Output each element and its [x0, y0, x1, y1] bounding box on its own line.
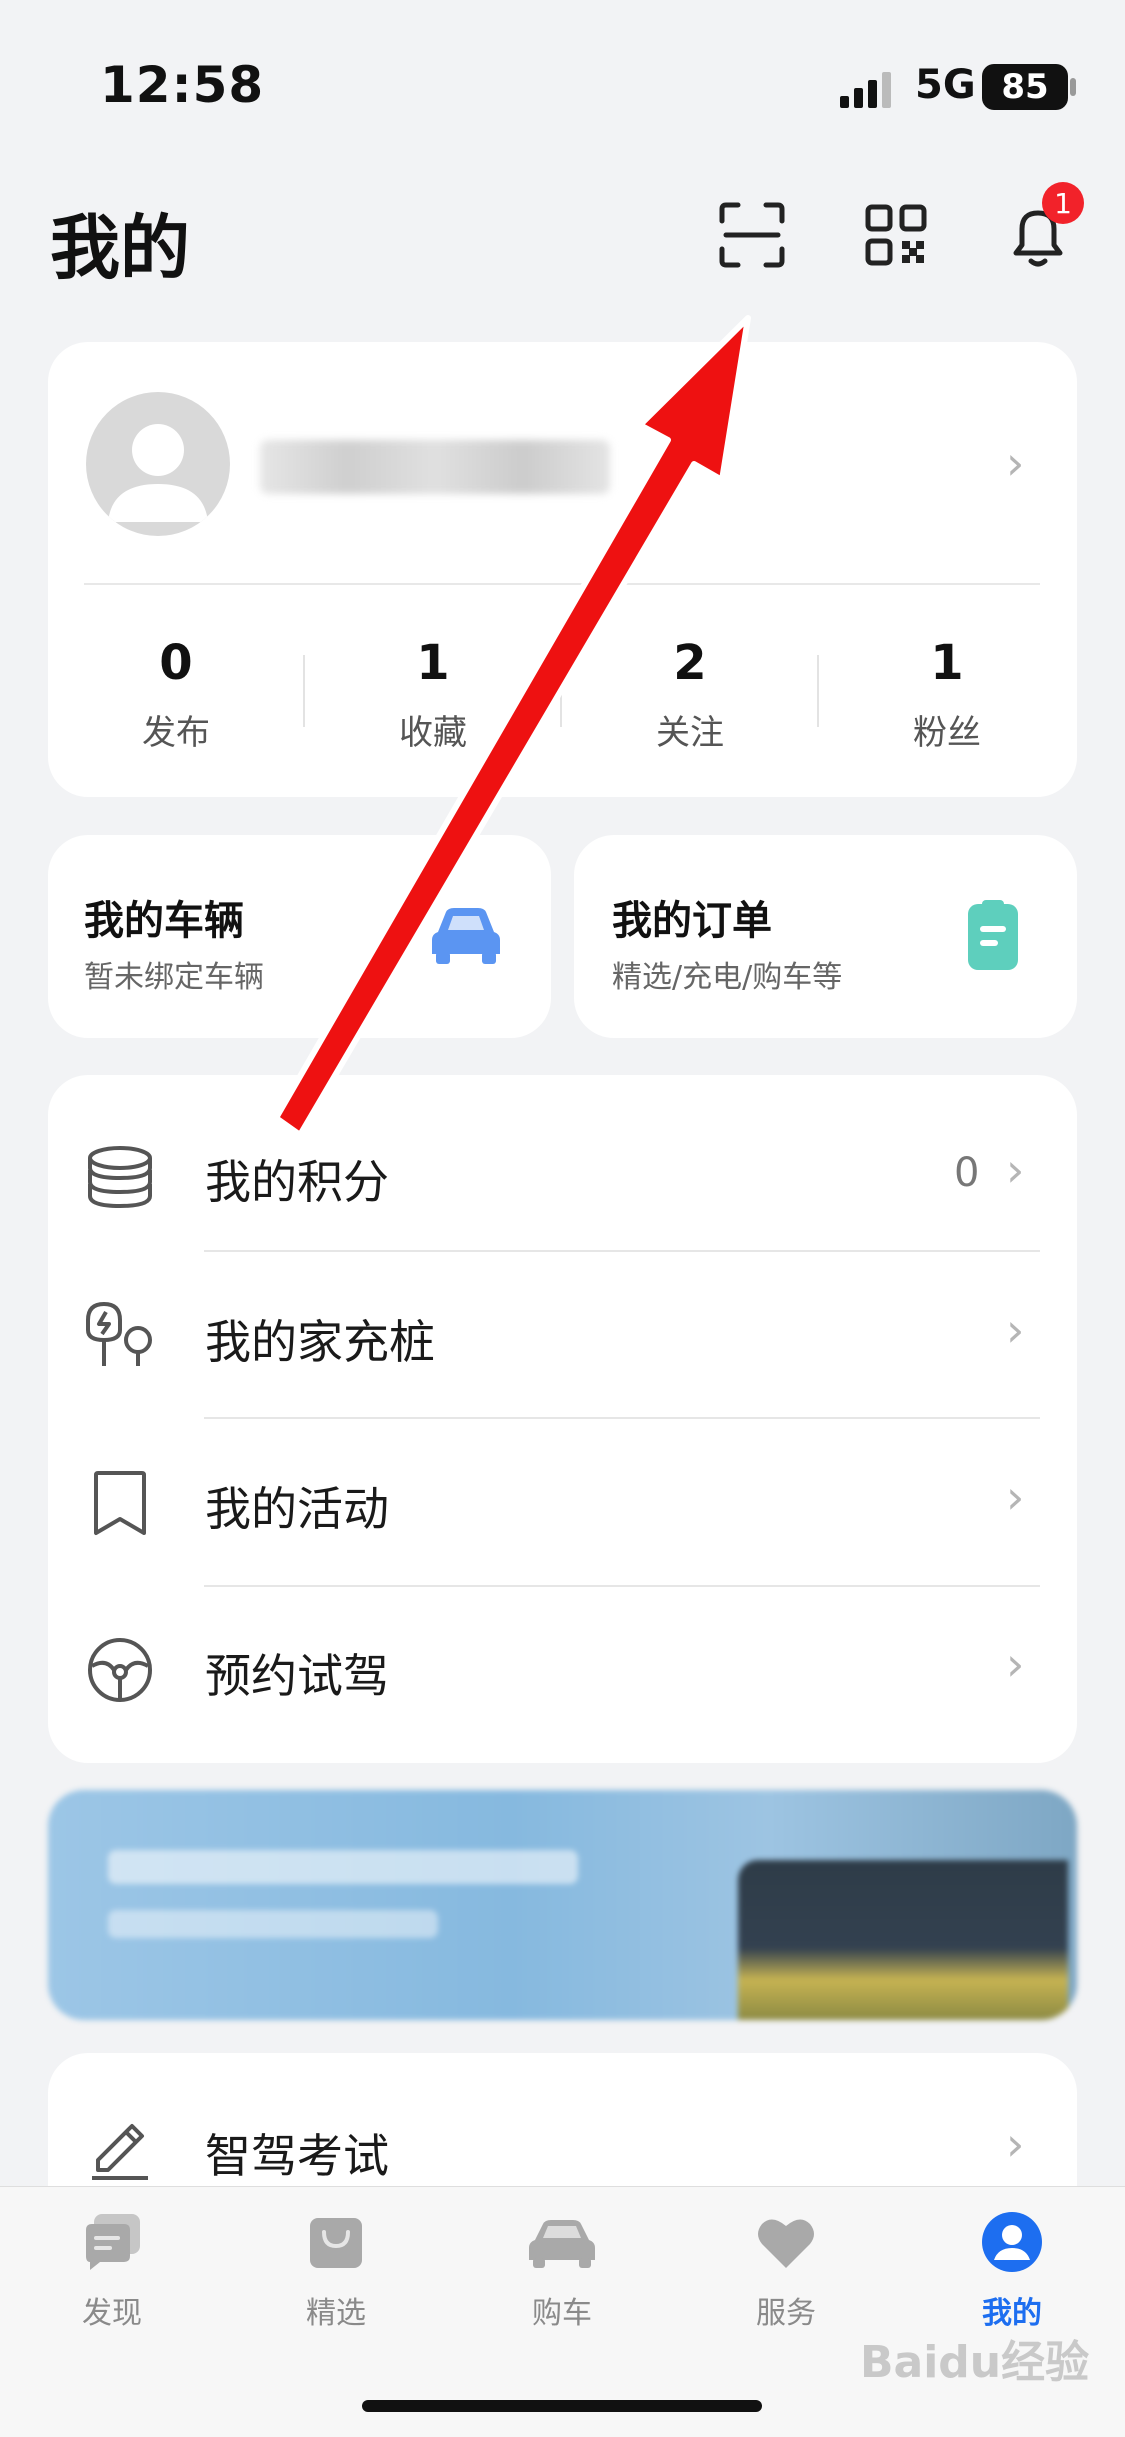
- menu-item-activities[interactable]: [48, 1453, 1077, 1553]
- menu-divider: [204, 1585, 1040, 1587]
- bag-icon: [310, 2218, 362, 2268]
- status-time: 12:58: [100, 56, 265, 114]
- menu-label: 我的家充桩: [205, 1315, 435, 1369]
- chevron-right-icon: ›: [1006, 2117, 1025, 2171]
- home-indicator: [362, 2400, 762, 2412]
- stat-label: 收藏: [399, 713, 467, 753]
- car-icon: [529, 2220, 595, 2268]
- vehicle-card-subtitle: 暂未绑定车辆: [84, 960, 264, 995]
- car-icon: [432, 908, 500, 964]
- profile-divider: [84, 583, 1040, 585]
- menu-label: 智驾考试: [205, 2129, 389, 2183]
- watermark: Baidu经验: [860, 2337, 1090, 2388]
- signal-icon: [840, 72, 891, 108]
- stat-posts[interactable]: 0 发布: [51, 635, 301, 754]
- chevron-right-icon: ›: [1006, 1470, 1025, 1524]
- stat-value: 0: [159, 635, 193, 691]
- tab-label: 服务: [756, 2296, 816, 2331]
- avatar[interactable]: [86, 392, 230, 536]
- chevron-right-icon: ›: [1006, 1303, 1025, 1357]
- orders-card-subtitle: 精选/充电/购车等: [612, 960, 843, 995]
- stat-value: 2: [673, 635, 707, 691]
- orders-card-title: 我的订单: [612, 898, 772, 944]
- tab-label: 购车: [532, 2296, 592, 2331]
- stat-label: 关注: [656, 713, 724, 753]
- stat-separator: [303, 655, 305, 727]
- promo-banner[interactable]: [48, 1790, 1077, 2020]
- vehicle-card-title: 我的车辆: [84, 898, 244, 944]
- menu-label: 我的积分: [205, 1155, 389, 1209]
- network-type: 5G: [915, 62, 976, 108]
- stat-followers[interactable]: 1 粉丝: [822, 635, 1072, 754]
- chat-icon: [86, 2214, 140, 2270]
- tab-label: 发现: [82, 2296, 142, 2331]
- steering-wheel-icon: [88, 1638, 152, 1702]
- avatar-placeholder-icon: [108, 424, 208, 522]
- notification-badge: 1: [1042, 182, 1084, 224]
- stat-favorites[interactable]: 1 收藏: [308, 635, 558, 754]
- stat-value: 1: [416, 635, 450, 691]
- battery-icon: 85: [982, 64, 1068, 110]
- stat-value: 1: [930, 635, 964, 691]
- tab-mine[interactable]: 我的: [932, 2210, 1092, 2332]
- tab-label: 精选: [306, 2296, 366, 2331]
- menu-label: 我的活动: [205, 1482, 389, 1536]
- username-blurred: [260, 440, 610, 494]
- scan-icon[interactable]: [712, 195, 792, 275]
- chevron-right-icon: ›: [1006, 1637, 1025, 1691]
- user-icon: [982, 2212, 1042, 2272]
- chevron-right-icon: ›: [1006, 1143, 1025, 1197]
- menu-divider: [204, 1250, 1040, 1252]
- coins-icon: [88, 1146, 152, 1209]
- stat-separator: [560, 655, 562, 727]
- qr-code-icon[interactable]: [856, 195, 936, 275]
- menu-item-test-drive[interactable]: [48, 1620, 1077, 1720]
- clipboard-icon: [968, 900, 1018, 970]
- menu-divider: [204, 1417, 1040, 1419]
- tab-discover[interactable]: 发现: [32, 2210, 192, 2332]
- pencil-icon: [92, 2124, 148, 2180]
- tab-featured[interactable]: 精选: [256, 2210, 416, 2332]
- stat-label: 粉丝: [913, 713, 981, 753]
- page-title: 我的: [50, 207, 190, 289]
- chevron-right-icon[interactable]: ›: [1006, 436, 1024, 490]
- menu-item-points[interactable]: [48, 1126, 1077, 1226]
- stat-separator: [817, 655, 819, 727]
- stat-following[interactable]: 2 关注: [565, 635, 815, 754]
- tab-buy-car[interactable]: 购车: [482, 2210, 642, 2332]
- bookmark-icon: [94, 1471, 146, 1535]
- battery-tip: [1070, 78, 1076, 96]
- charger-icon: [86, 1302, 152, 1366]
- tab-services[interactable]: 服务: [706, 2210, 866, 2332]
- menu-item-home-charger[interactable]: [48, 1286, 1077, 1386]
- stat-label: 发布: [142, 713, 210, 753]
- menu-item-driving-exam[interactable]: [48, 2100, 1077, 2200]
- menu-label: 预约试驾: [205, 1649, 389, 1703]
- heart-icon: [758, 2219, 814, 2268]
- points-value: 0: [954, 1150, 980, 1196]
